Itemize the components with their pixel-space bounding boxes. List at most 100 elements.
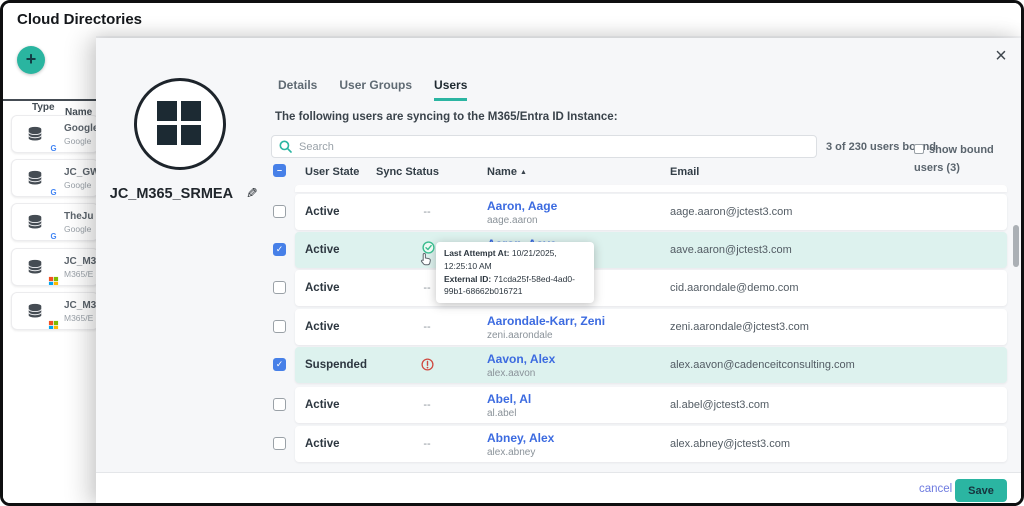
- sync-status-cell: --: [423, 321, 431, 333]
- table-row: Active -- Aarondale, Cid cid.aarondale c…: [273, 270, 1007, 306]
- user-state-cell: Active: [305, 399, 340, 411]
- user-state-cell: Suspended: [305, 359, 367, 371]
- user-name-link[interactable]: Abel, Al: [487, 392, 531, 406]
- directory-item-name: Google: [64, 123, 99, 134]
- svg-text:G: G: [50, 232, 56, 241]
- directory-item-type: Google: [64, 136, 92, 146]
- directory-details-modal: × JC_M365_SRMEA ✎ Details User Groups User…: [96, 38, 1021, 503]
- row-checkbox[interactable]: [273, 281, 286, 294]
- tab-details[interactable]: Details: [278, 78, 317, 98]
- sync-description: The following users are syncing to the M…: [275, 111, 618, 123]
- user-name-link[interactable]: Aarondale-Karr, Zeni: [487, 314, 605, 328]
- user-row-card: Active -- Aaron, Aage aage.aaron aage.aa…: [295, 194, 1007, 230]
- user-email-cell: alex.abney@jctest3.com: [670, 438, 791, 450]
- user-row-card: Active -- Abney, Alex alex.abney alex.ab…: [295, 426, 1007, 462]
- hand-cursor-icon: [420, 253, 431, 266]
- user-row-card: Suspended Aavon, Alex alex.aavon alex.aa…: [295, 347, 1007, 383]
- directory-item-name: TheJu: [64, 211, 94, 222]
- directory-list-item[interactable]: G Google Google: [11, 115, 99, 153]
- google-directory-icon: G: [26, 125, 59, 152]
- user-row-card: Active -- Aarondale-Karr, Zeni zeni.aaro…: [295, 309, 1007, 345]
- directory-list-item[interactable]: G JC_GW Google: [11, 159, 99, 197]
- row-checkbox[interactable]: [273, 437, 286, 450]
- directory-name-row: JC_M365_SRMEA ✎: [96, 185, 271, 203]
- user-username: zeni.aarondale: [487, 330, 553, 341]
- sync-error-icon[interactable]: [420, 358, 434, 371]
- row-checkbox[interactable]: [273, 205, 286, 218]
- directory-item-name: JC_M3: [64, 256, 97, 267]
- m365-directory-icon: [26, 302, 59, 329]
- tooltip-last-attempt: Last Attempt At: 10/21/2025, 12:25:10 AM: [444, 248, 557, 271]
- directory-item-type: Google: [64, 224, 92, 234]
- save-button[interactable]: Save: [955, 479, 1007, 502]
- directory-name: JC_M365_SRMEA: [109, 186, 234, 202]
- tooltip-external-id: External ID: 71cda25f-58ed-4ad0-99b1-686…: [444, 273, 575, 297]
- directory-list-item[interactable]: JC_M3 M365/E: [11, 248, 99, 286]
- user-state-cell: Active: [305, 206, 340, 218]
- table-scrollbar-thumb[interactable]: [1013, 225, 1019, 267]
- user-name-link[interactable]: Abney, Alex: [487, 431, 554, 445]
- user-username: alex.aavon: [487, 368, 536, 379]
- search-input[interactable]: [271, 135, 817, 158]
- user-state-cell: Active: [305, 321, 340, 333]
- microsoft-logo-square: [181, 101, 201, 121]
- m365-directory-icon: [26, 258, 59, 285]
- row-checkbox[interactable]: [273, 358, 286, 371]
- user-row-card: Active -- Abel, Al al.abel al.abel@jctes…: [295, 387, 1007, 423]
- directory-item-type: Google: [64, 180, 92, 190]
- user-name-link[interactable]: Aaron, Aage: [487, 199, 557, 213]
- user-username: aage.aaron: [487, 215, 538, 226]
- sync-status-cell: --: [423, 438, 431, 450]
- user-email-cell: al.abel@jctest3.com: [670, 399, 770, 411]
- directory-list-item[interactable]: G TheJu Google: [11, 203, 99, 241]
- directory-item-type: M365/E: [64, 269, 94, 279]
- user-username: al.abel: [487, 408, 517, 419]
- tab-users[interactable]: Users: [434, 78, 468, 101]
- close-icon[interactable]: ×: [989, 44, 1013, 68]
- sync-status-tooltip: Last Attempt At: 10/21/2025, 12:25:10 AM…: [436, 242, 594, 303]
- user-row-card: Active -- Aarondale, Cid cid.aarondale c…: [295, 270, 1007, 306]
- user-email-cell: aage.aaron@jctest3.com: [670, 206, 793, 218]
- email-column-header[interactable]: Email: [670, 166, 699, 178]
- tab-user-groups[interactable]: User Groups: [339, 78, 412, 98]
- show-bound-checkbox[interactable]: [914, 144, 924, 154]
- search-icon: [279, 140, 292, 153]
- row-checkbox[interactable]: [273, 243, 286, 256]
- directory-item-name: JC_M3: [64, 300, 97, 311]
- user-email-cell: alex.aavon@cadenceitconsulting.com: [670, 359, 855, 371]
- user-state-cell: Active: [305, 282, 340, 294]
- google-directory-icon: G: [26, 169, 59, 196]
- edit-name-icon[interactable]: ✎: [246, 185, 258, 202]
- table-row: Suspended Aavon, Alex alex.aavon alex.aa…: [273, 347, 1007, 383]
- user-name-link[interactable]: Aavon, Alex: [487, 352, 555, 366]
- microsoft-logo-square: [181, 125, 201, 145]
- row-checkbox[interactable]: [273, 320, 286, 333]
- directory-item-type: M365/E: [64, 313, 94, 323]
- google-directory-icon: G: [26, 213, 59, 240]
- modal-tabs: Details User Groups Users: [278, 76, 489, 101]
- user-state-cell: Active: [305, 244, 340, 256]
- microsoft-logo-square: [157, 125, 177, 145]
- row-checkbox[interactable]: [273, 398, 286, 411]
- sync-status-cell: [413, 347, 441, 383]
- sort-asc-icon: ▲: [519, 169, 527, 176]
- user-row-card: Active Aaron, Aave aave.aaron aave.aaron…: [295, 232, 1007, 268]
- sync-status-cell: --: [423, 399, 431, 411]
- user-username: alex.abney: [487, 447, 536, 458]
- directory-list-item[interactable]: JC_M3 M365/E: [11, 292, 99, 330]
- sync-status-cell: --: [423, 206, 431, 218]
- m365-directory-avatar: [134, 78, 226, 170]
- user-email-cell: aave.aaron@jctest3.com: [670, 244, 792, 256]
- sync-status-column-header[interactable]: Sync Status: [376, 166, 439, 178]
- search-box: [271, 135, 817, 158]
- select-all-checkbox[interactable]: [273, 164, 286, 177]
- cancel-button[interactable]: cancel: [919, 483, 952, 495]
- svg-text:G: G: [50, 188, 56, 197]
- user-email-cell: zeni.aarondale@jctest3.com: [670, 321, 809, 333]
- table-row: Active -- Abney, Alex alex.abney alex.ab…: [273, 426, 1007, 462]
- microsoft-logo-square: [157, 101, 177, 121]
- directory-item-name: JC_GW: [64, 167, 99, 178]
- user-state-column-header[interactable]: User State: [305, 166, 359, 178]
- name-column-header[interactable]: Name ▲: [487, 166, 527, 178]
- users-table-header: User State Sync Status Name ▲ Email: [96, 161, 1021, 183]
